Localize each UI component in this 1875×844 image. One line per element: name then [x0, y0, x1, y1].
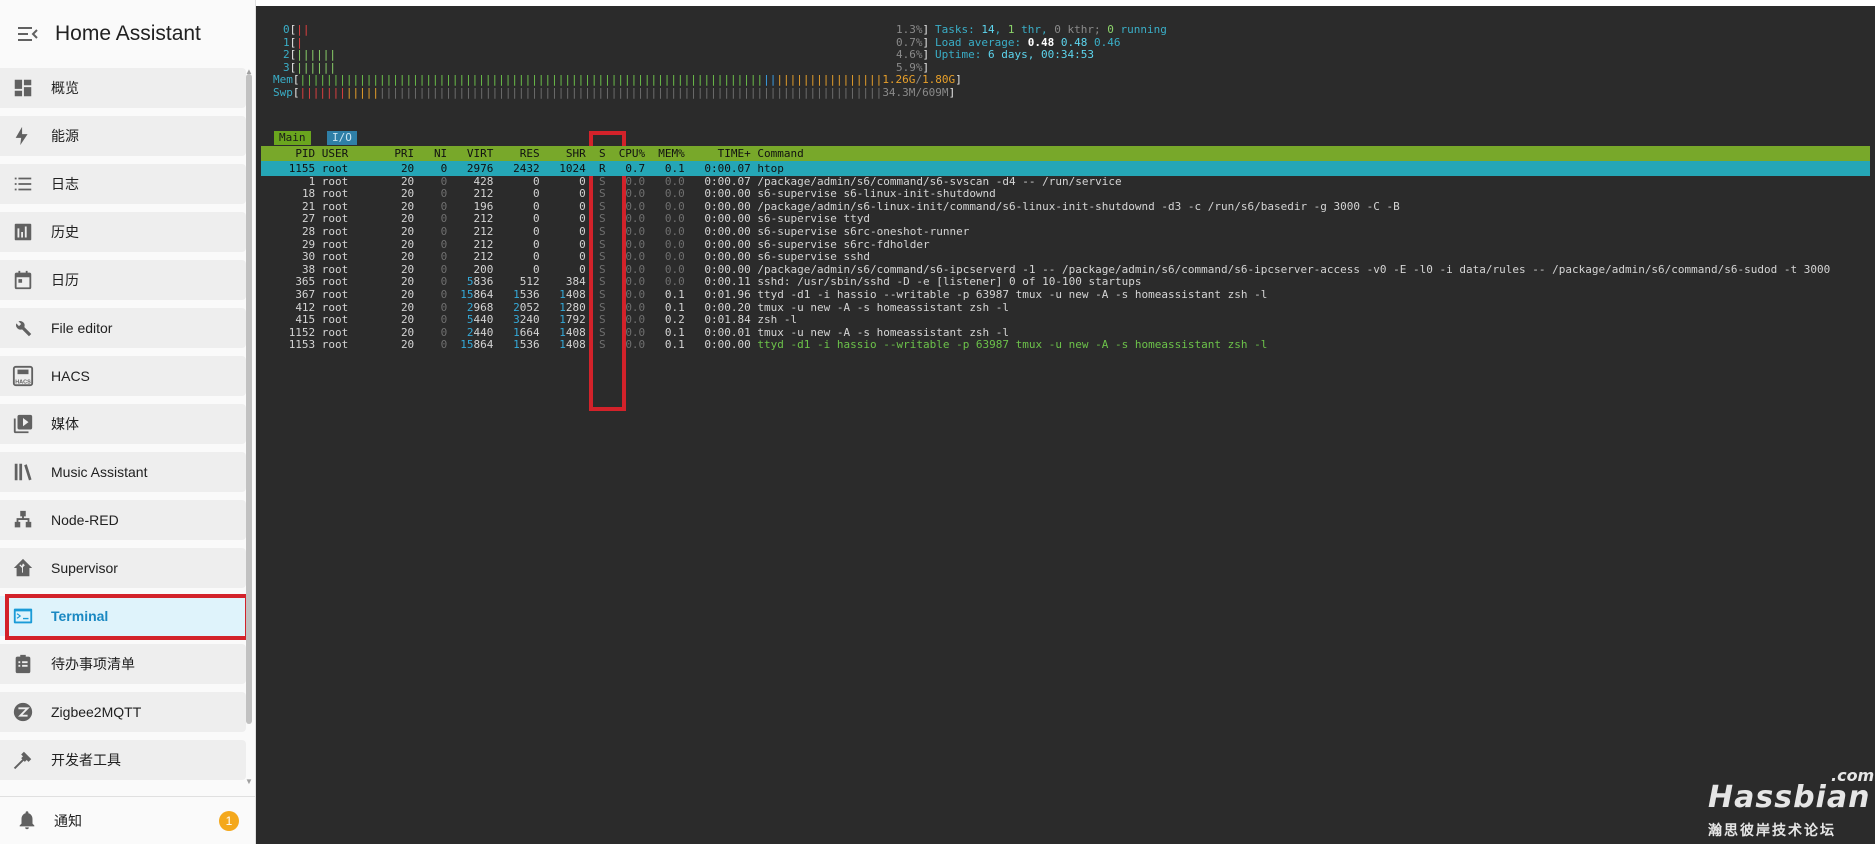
- column-header-cmd[interactable]: Command: [757, 146, 803, 161]
- hacs-icon: HACS: [11, 364, 35, 388]
- sidebar-item-item-12[interactable]: 待办事项清单: [0, 644, 246, 684]
- home-assistant-icon: [11, 556, 35, 580]
- column-header-virt[interactable]: VIRT: [454, 146, 494, 161]
- cell-s: S: [598, 338, 606, 352]
- sidebar-item-label: 能源: [51, 128, 79, 144]
- tab-main[interactable]: Main: [274, 131, 311, 145]
- sidebar: Home Assistant 概览能源日志历史日历 File editor HACS…: [0, 0, 256, 844]
- column-header-mem[interactable]: MEM%: [652, 146, 685, 161]
- cell-shr: 1408: [559, 338, 586, 352]
- sidebar-item-item-0[interactable]: 概览: [0, 68, 246, 108]
- column-header-shr[interactable]: SHR: [546, 146, 586, 161]
- sidebar-item-label: File editor: [51, 320, 113, 336]
- sidebar-item-music-assistant[interactable]: Music Assistant: [0, 452, 246, 492]
- sidebar-item-supervisor[interactable]: Supervisor: [0, 548, 246, 588]
- sidebar-item-node-red[interactable]: Node-RED: [0, 500, 246, 540]
- sidebar-item-zigbee2mqtt[interactable]: Zigbee2MQTT: [0, 692, 246, 732]
- cell-ni: 0: [440, 338, 448, 352]
- sidebar-item-label: 日志: [51, 176, 79, 192]
- watermark-brand: Hassbian: [1708, 780, 1871, 815]
- sidebar-item-hacs[interactable]: HACS HACS: [0, 356, 246, 396]
- column-header-pid[interactable]: PID: [269, 146, 315, 161]
- sidebar-item-label: Zigbee2MQTT: [51, 704, 142, 720]
- notifications-label: 通知: [54, 812, 82, 829]
- app-title: Home Assistant: [55, 22, 201, 45]
- lightning-bolt-icon: [11, 124, 35, 148]
- cell-user: root: [321, 338, 349, 352]
- sidebar-item-label: 开发者工具: [51, 752, 121, 768]
- cell-time: 0:00.00: [704, 338, 751, 352]
- hammer-icon: [11, 748, 35, 772]
- table-row[interactable]: 1153 root 20 0 15864 1536 1408 S 0.0 0.1 0:00.00 tt…: [261, 337, 1870, 352]
- list-icon: [11, 172, 35, 196]
- sidebar-item-label: Music Assistant: [51, 464, 148, 480]
- clipboard-list-icon: [11, 652, 35, 676]
- sidebar-item-notifications[interactable]: 通知 1: [0, 796, 256, 844]
- cell-res: 1536: [513, 338, 540, 352]
- sidebar-item-label: 概览: [51, 80, 79, 96]
- highlight-box-terminal: [5, 594, 249, 640]
- hassbian-watermark: .com Hassbian 瀚思彼岸技术论坛: [1703, 766, 1875, 840]
- sidebar-item-item-7[interactable]: 媒体: [0, 404, 246, 444]
- bell-icon: [16, 809, 40, 833]
- column-header-res[interactable]: RES: [500, 146, 540, 161]
- column-header-user[interactable]: USER: [322, 146, 349, 161]
- column-header-s[interactable]: S: [592, 146, 606, 161]
- column-header-cpu[interactable]: CPU%: [612, 146, 646, 161]
- column-header-time[interactable]: TIME+: [691, 146, 751, 161]
- tab-io[interactable]: I/O: [327, 131, 357, 145]
- scroll-down-icon[interactable]: ▼: [245, 778, 253, 786]
- cell-pri: 20: [400, 338, 415, 352]
- sidebar-item-label: 日历: [51, 272, 79, 288]
- menu-collapse-icon[interactable]: [16, 22, 40, 46]
- sitemap-icon: [11, 508, 35, 532]
- chart-box-icon: [11, 220, 35, 244]
- sidebar-item-label: HACS: [51, 368, 90, 384]
- calendar-icon: [11, 268, 35, 292]
- uptime: Uptime: 6 days, 00:34:53: [935, 48, 1094, 61]
- process-table-header: PID USER PRI NI VIRT RES SHR S CPU% MEM% TIME+ Comm…: [261, 146, 1870, 161]
- watermark-subtitle: 瀚思彼岸技术论坛: [1708, 823, 1836, 839]
- cell-pid: 1153: [288, 338, 316, 352]
- sidebar-nav: 概览能源日志历史日历 File editor HACS HACS 媒体 Music Ass…: [0, 68, 250, 788]
- play-box-multiple-icon: [11, 412, 35, 436]
- sidebar-item-item-4[interactable]: 日历: [0, 260, 246, 300]
- sidebar-item-item-14[interactable]: 开发者工具: [0, 740, 246, 780]
- sidebar-item-item-1[interactable]: 能源: [0, 116, 246, 156]
- column-header-ni[interactable]: NI: [421, 146, 447, 161]
- cell-cpu: 0.0: [625, 338, 646, 352]
- sidebar-item-label: 待办事项清单: [51, 656, 135, 672]
- cell-virt: 15864: [460, 338, 494, 352]
- sidebar-item-item-3[interactable]: 历史: [0, 212, 246, 252]
- sidebar-item-label: 历史: [51, 224, 79, 240]
- column-header-pri[interactable]: PRI: [388, 146, 414, 161]
- dashboard-icon: [11, 76, 35, 100]
- cell-mem: 0.1: [664, 338, 685, 352]
- sidebar-scrollbar[interactable]: ▲ ▼: [245, 68, 253, 790]
- terminal-panel[interactable]: Main I/O .com Hassbian 瀚思彼岸技术论坛 0[|| 1.3%…: [256, 6, 1875, 844]
- svg-text:HACS: HACS: [15, 379, 31, 385]
- bookshelf-icon: [11, 460, 35, 484]
- swap-meter: Swp[||||||||||||||||||||||||||||||||||||…: [273, 86, 956, 99]
- scrollbar-thumb[interactable]: [246, 74, 252, 724]
- sidebar-item-label: Supervisor: [51, 560, 118, 576]
- sidebar-item-file-editor[interactable]: File editor: [0, 308, 246, 348]
- wrench-icon: [11, 316, 35, 340]
- sidebar-item-item-2[interactable]: 日志: [0, 164, 246, 204]
- sidebar-item-label: Node-RED: [51, 512, 119, 528]
- notification-count-badge: 1: [219, 811, 239, 831]
- sidebar-item-label: 媒体: [51, 416, 79, 432]
- zigbee-icon: [11, 700, 35, 724]
- cell-cmd: ttyd -d1 -i hassio --writable -p 63987 t…: [757, 338, 1268, 352]
- sidebar-header: Home Assistant: [0, 0, 255, 68]
